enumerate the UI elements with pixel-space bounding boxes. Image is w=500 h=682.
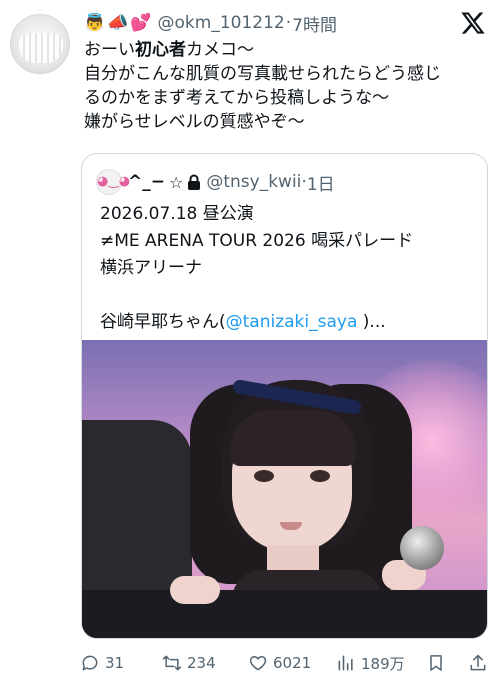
reply-button[interactable]: 31 (80, 650, 124, 676)
eye-left (254, 470, 274, 482)
quoted-text-line: 2026.07.18 昼公演 (100, 204, 254, 224)
hand-left (170, 576, 220, 604)
lock-icon (188, 174, 201, 190)
post-text: おーい初心者カメコ〜 自分がこんな肌質の写真載せられたらどう感じ るのかをまず考… (84, 38, 494, 134)
post-text-line: 嫌がらせレベルの質感やぞ〜 (84, 112, 305, 132)
quoted-time: 1日 (306, 174, 335, 195)
bookmark-button[interactable] (426, 650, 446, 676)
author-avatar[interactable] (10, 14, 70, 74)
quoted-avatar: ◕‿◕ (96, 169, 131, 195)
quoted-name-star: ☆ (169, 172, 184, 192)
microphone (400, 526, 444, 570)
quoted-photo[interactable] (82, 340, 487, 638)
post-text-line: るのかをまず考えてから投稿しような〜 (84, 88, 390, 108)
share-button[interactable] (468, 650, 488, 676)
avatar-face-icon: ◕‿◕ (97, 174, 131, 189)
quoted-text-segment: )... (357, 312, 386, 332)
quoted-text-line: ≠ME ARENA TOUR 2026 喝采パレード (100, 231, 414, 251)
quoted-text: 2026.07.18 昼公演 ≠ME ARENA TOUR 2026 喝采パレー… (100, 201, 480, 336)
reply-icon (82, 655, 98, 671)
like-button[interactable]: 6021 (248, 650, 311, 676)
avatar-image (19, 33, 63, 63)
quoted-author-name: ^_− (128, 172, 165, 192)
bangs (230, 410, 356, 466)
bookmark-icon (430, 655, 442, 671)
author-emoji: 👼 (84, 12, 106, 33)
views-button[interactable]: 189万 (336, 650, 405, 676)
heart-icon (249, 656, 267, 671)
like-count: 6021 (273, 654, 312, 672)
post-time[interactable]: 7時間 (292, 11, 337, 36)
repost-count: 234 (187, 654, 216, 672)
repost-button[interactable]: 234 (162, 650, 216, 676)
quoted-handle: @tnsy_kwii (206, 172, 302, 192)
post-text-segment: カメコ〜 (186, 40, 254, 60)
quoted-header: ◕‿◕ ^_− ☆ @tnsy_kwii · 1日 (96, 168, 335, 196)
eye-right (310, 470, 330, 482)
x-logo-icon (461, 12, 485, 34)
repost-icon (162, 655, 182, 671)
action-bar: 31 234 6021 189万 (80, 650, 492, 676)
quoted-text-line: 横浜アリーナ (100, 258, 202, 278)
post-text-segment: おーい (84, 40, 135, 60)
mention-link[interactable]: @tanizaki_saya (226, 312, 358, 332)
author-emoji: 💕 (130, 12, 152, 33)
quoted-text-segment: 谷崎早耶ちゃん( (100, 312, 226, 332)
post-text-line: おーい初心者カメコ〜 (84, 38, 494, 62)
quoted-text-line (100, 282, 480, 309)
share-icon (470, 654, 486, 671)
post-text-line: 自分がこんな肌質の写真載せられたらどう感じ (84, 64, 441, 84)
reply-count: 31 (105, 654, 125, 672)
post-header: 👼 📣 💕 @okm_101212 · 7時間 (84, 10, 486, 36)
stage-rail (82, 590, 487, 638)
quoted-text-line: 谷崎早耶ちゃん(@tanizaki_saya )... (100, 309, 480, 336)
author-emoji: 📣 (107, 12, 129, 33)
author-handle[interactable]: @okm_101212 (158, 13, 285, 33)
views-count: 189万 (361, 654, 405, 673)
views-icon (338, 655, 353, 671)
post-text-bold: 初心者 (135, 40, 186, 60)
quoted-post[interactable]: ◕‿◕ ^_− ☆ @tnsy_kwii · 1日 2026.07.18 昼公演… (81, 153, 488, 639)
separator-dot: · (285, 13, 292, 33)
